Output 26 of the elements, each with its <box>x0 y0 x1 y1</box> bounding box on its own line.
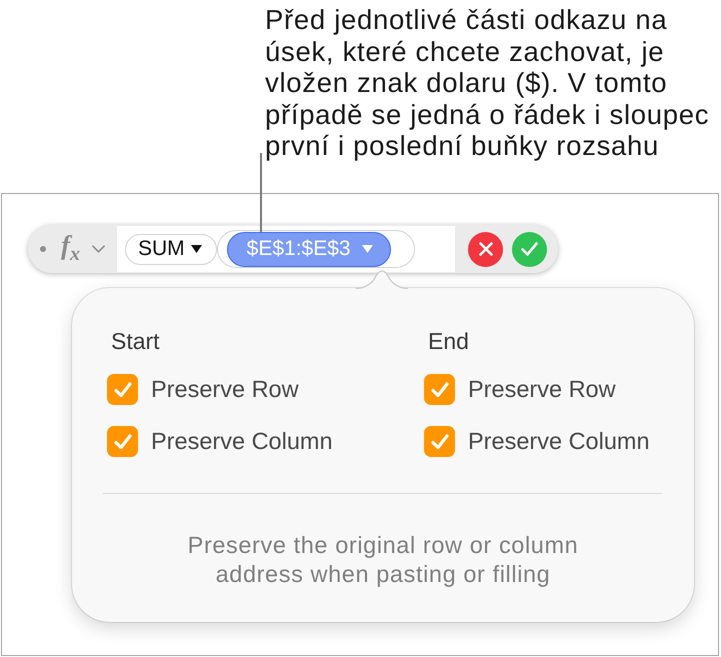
checkbox[interactable] <box>424 426 455 457</box>
column-heading: Start <box>111 327 160 356</box>
checkbox[interactable] <box>107 426 138 457</box>
function-token[interactable]: SUM <box>125 234 217 264</box>
checkbox-label[interactable]: Preserve Column <box>468 428 650 455</box>
checkbox-label[interactable]: Preserve Row <box>151 376 299 403</box>
checkmark-icon <box>521 242 538 256</box>
annotation-text: Před jednotlivé části odkazu na úsek, které chcete zachovat, je vložen znak dolaru ($). V tomto případě se jedná o řádek i sloupec první i poslední buňky rozsahu <box>265 3 710 162</box>
caret-icon <box>190 245 202 253</box>
column-heading: End <box>428 327 469 356</box>
checkbox[interactable] <box>424 374 455 405</box>
formula-field[interactable]: SUM $E$1:$E$3 <box>117 226 455 272</box>
bullet-icon <box>40 246 46 252</box>
caret-icon <box>362 245 373 253</box>
checkmark-icon <box>114 434 132 450</box>
checkmark-icon <box>430 382 448 398</box>
accept-button[interactable] <box>512 232 547 266</box>
checkbox[interactable] <box>107 374 138 405</box>
help-text: Preserve the original row or column address when pasting or filling <box>188 531 578 589</box>
checkbox-label[interactable]: Preserve Row <box>468 376 616 403</box>
checkmark-icon <box>430 434 448 450</box>
checkmark-icon <box>114 382 132 398</box>
close-icon <box>478 242 492 256</box>
cancel-button[interactable] <box>468 232 503 266</box>
checkbox-label[interactable]: Preserve Column <box>151 428 333 455</box>
chevron-icon[interactable] <box>92 245 105 253</box>
